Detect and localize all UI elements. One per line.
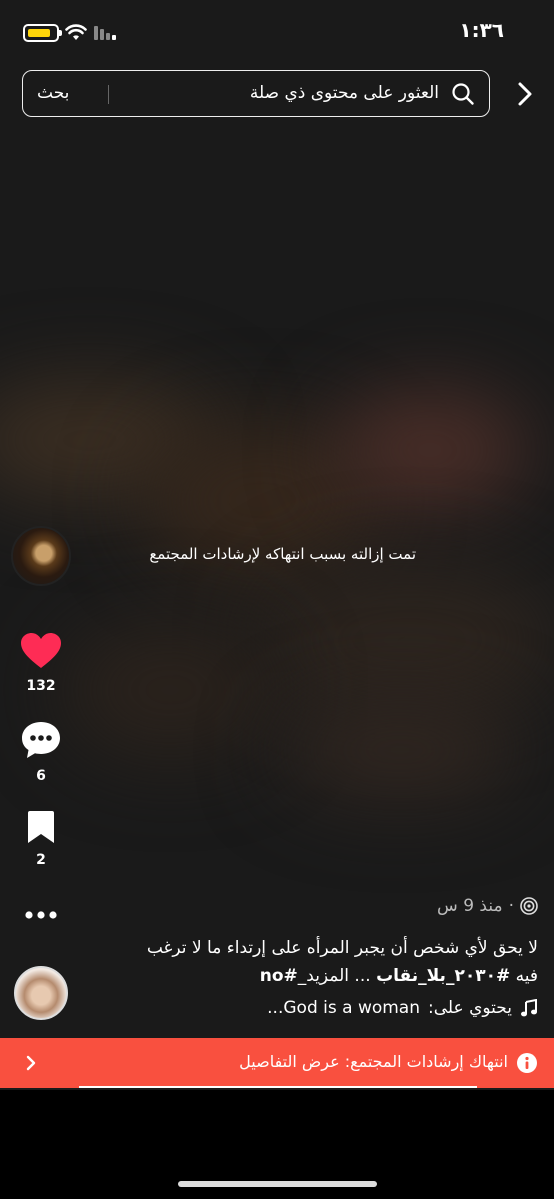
caption-prefix: فيه bbox=[510, 966, 538, 986]
music-note-icon bbox=[521, 999, 537, 1017]
post-time: منذ 9 س bbox=[437, 896, 503, 916]
battery-icon bbox=[23, 24, 62, 42]
like-button[interactable]: 132 bbox=[14, 632, 68, 694]
post-caption[interactable]: لا يحق لأي شخص أن يجبر المرأه على إرتداء… bbox=[78, 934, 538, 990]
comment-count: 6 bbox=[36, 768, 46, 784]
home-indicator[interactable] bbox=[178, 1181, 377, 1187]
comment-button[interactable]: 6 bbox=[14, 720, 68, 784]
creator-avatar[interactable] bbox=[11, 526, 71, 586]
more-options-button[interactable] bbox=[14, 905, 68, 924]
spiral-icon bbox=[520, 897, 538, 915]
search-divider bbox=[108, 85, 109, 104]
violation-text: انتهاك إرشادات المجتمع: عرض التفاصيل bbox=[239, 1052, 508, 1071]
search-input[interactable]: العثور على محتوى ذي صلة bbox=[250, 83, 439, 103]
signal-icon bbox=[94, 26, 116, 40]
separator-dot: · bbox=[508, 896, 514, 916]
hashtag-link[interactable]: #no bbox=[260, 966, 298, 986]
see-more-link[interactable]: ... المزيد_ bbox=[298, 966, 376, 986]
status-time: ١:٣٦ bbox=[459, 18, 504, 42]
heart-icon bbox=[21, 633, 61, 668]
post-meta: · منذ 9 س bbox=[437, 896, 538, 916]
music-prefix: يحتوي على: bbox=[428, 998, 512, 1018]
like-count: 132 bbox=[26, 678, 56, 694]
music-title: ...God is a woman bbox=[267, 998, 420, 1018]
video-progress-bar[interactable] bbox=[79, 1086, 477, 1088]
screen: ١:٣٦ بحث العثور على محتوى ذي صلة تمت إزا… bbox=[0, 0, 554, 1199]
search-button[interactable]: بحث bbox=[37, 83, 69, 103]
hashtag-link[interactable]: #٢٠٣٠_بلا_نقاب bbox=[376, 966, 510, 986]
bookmark-icon bbox=[28, 811, 54, 843]
status-bar: ١:٣٦ bbox=[0, 0, 554, 62]
caption-line-2: فيه #٢٠٣٠_بلا_نقاب ... المزيد_#no bbox=[78, 962, 538, 990]
info-icon bbox=[517, 1053, 537, 1073]
save-count: 2 bbox=[36, 852, 46, 868]
chevron-right-icon bbox=[26, 1055, 36, 1071]
search-icon bbox=[452, 83, 474, 105]
comment-bubble-icon bbox=[22, 722, 60, 758]
save-button[interactable]: 2 bbox=[14, 810, 68, 868]
wifi-icon bbox=[65, 24, 87, 40]
sound-avatar[interactable] bbox=[14, 966, 68, 1020]
back-chevron-icon[interactable] bbox=[512, 79, 538, 109]
removed-content-message: تمت إزالته بسبب انتهاكه لإرشادات المجتمع bbox=[149, 545, 416, 563]
guidelines-violation-banner[interactable]: انتهاك إرشادات المجتمع: عرض التفاصيل bbox=[0, 1038, 554, 1088]
caption-line-1: لا يحق لأي شخص أن يجبر المرأه على إرتداء… bbox=[146, 938, 538, 958]
more-dots-icon bbox=[25, 911, 57, 919]
search-bar[interactable]: بحث العثور على محتوى ذي صلة bbox=[22, 70, 490, 117]
music-info[interactable]: يحتوي على: ...God is a woman bbox=[267, 998, 538, 1018]
